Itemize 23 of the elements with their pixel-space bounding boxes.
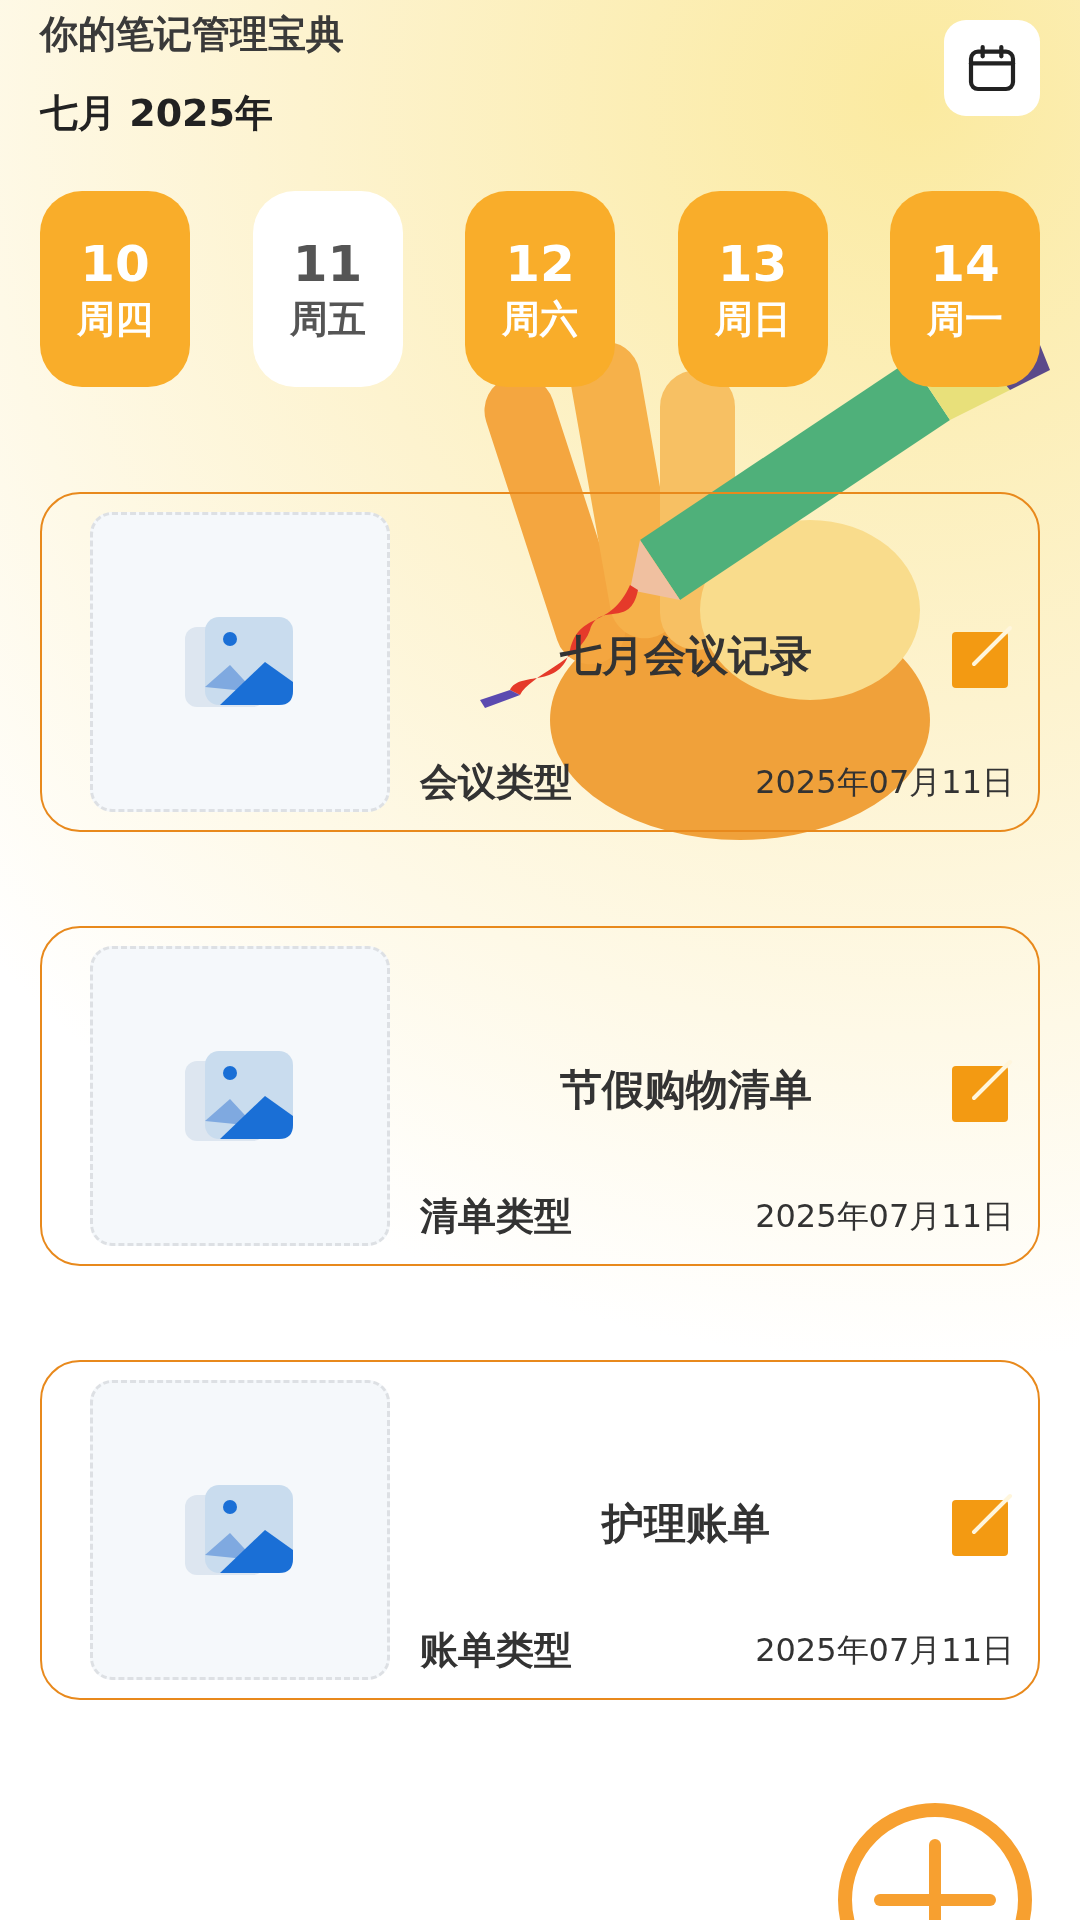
note-title: 护理账单 xyxy=(600,1498,771,1550)
edit-icon xyxy=(952,1492,1014,1556)
calendar-button[interactable] xyxy=(944,20,1040,116)
app-title: 你的笔记管理宝典 xyxy=(40,11,344,58)
note-type: 会议类型 xyxy=(420,759,572,806)
month-label: 七月 2025年 xyxy=(40,90,274,137)
edit-icon xyxy=(952,1058,1014,1122)
image-icon xyxy=(185,617,295,707)
image-icon xyxy=(185,1051,295,1141)
note-date: 2025年07月11日 xyxy=(755,761,1014,803)
edit-button[interactable] xyxy=(952,624,1014,688)
note-title: 节假购物清单 xyxy=(559,1064,813,1116)
note-card[interactable]: 节假购物清单 清单类型 2025年07月11日 xyxy=(40,926,1040,1266)
note-type: 清单类型 xyxy=(420,1193,572,1240)
edit-button[interactable] xyxy=(952,1058,1014,1122)
edit-icon xyxy=(952,624,1014,688)
day-tab[interactable]: 11 周五 xyxy=(252,191,403,387)
note-card[interactable]: 护理账单 账单类型 2025年07月11日 xyxy=(40,1360,1040,1700)
note-type: 账单类型 xyxy=(420,1627,572,1674)
image-icon xyxy=(185,1485,295,1575)
note-date: 2025年07月11日 xyxy=(755,1629,1014,1671)
edit-button[interactable] xyxy=(952,1492,1014,1556)
note-date: 2025年07月11日 xyxy=(755,1195,1014,1237)
